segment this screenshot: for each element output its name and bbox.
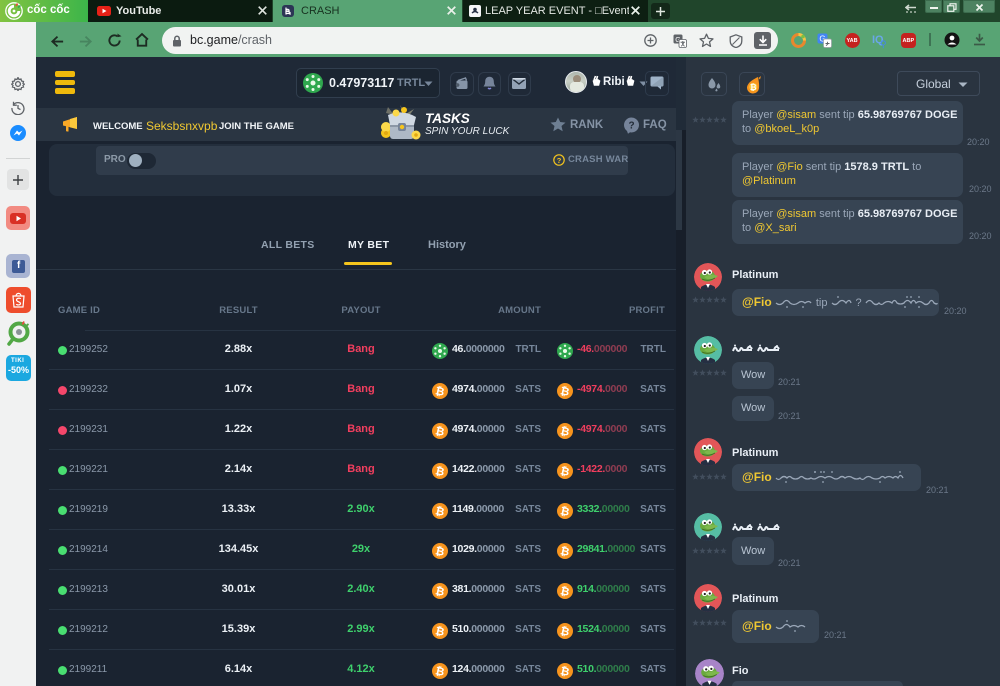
svg-text:₿: ₿ (750, 83, 757, 92)
svg-text:?: ? (628, 121, 634, 132)
svg-text:?: ? (557, 156, 562, 165)
